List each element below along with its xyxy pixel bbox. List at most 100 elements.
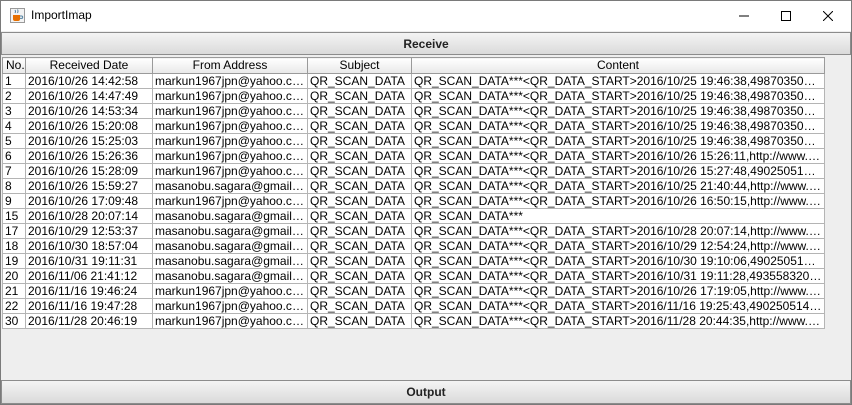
table-row[interactable]: 18 2016/10/30 18:57:04 masanobu.sagara@gma… [2,238,825,254]
cell-from-address[interactable]: masanobu.sagara@gmail.... [152,178,308,194]
cell-no[interactable]: 5 [2,133,26,149]
table-row[interactable]: 1 2016/10/26 14:42:58 markun1967jpn@yahoo.… [2,73,825,89]
cell-subject[interactable]: QR_SCAN_DATA [307,133,412,149]
cell-from-address[interactable]: masanobu.sagara@gmail.... [152,268,308,284]
cell-no[interactable]: 30 [2,313,26,329]
column-header-subject[interactable]: Subject [307,57,412,74]
cell-no[interactable]: 2 [2,88,26,104]
cell-no[interactable]: 8 [2,178,26,194]
cell-subject[interactable]: QR_SCAN_DATA [307,208,412,224]
cell-subject[interactable]: QR_SCAN_DATA [307,238,412,254]
cell-subject[interactable]: QR_SCAN_DATA [307,193,412,209]
cell-no[interactable]: 4 [2,118,26,134]
column-header-from-address[interactable]: From Address [152,57,308,74]
cell-received-date[interactable]: 2016/10/26 14:47:49 [25,88,153,104]
cell-subject[interactable]: QR_SCAN_DATA [307,163,412,179]
table-row[interactable]: 30 2016/11/28 20:46:19 markun1967jpn@yahoo… [2,313,825,329]
cell-received-date[interactable]: 2016/10/29 12:53:37 [25,223,153,239]
cell-no[interactable]: 9 [2,193,26,209]
table-row[interactable]: 2 2016/10/26 14:47:49 markun1967jpn@yahoo.… [2,88,825,104]
cell-from-address[interactable]: markun1967jpn@yahoo.co... [152,193,308,209]
cell-content[interactable]: QR_SCAN_DATA***<QR_DATA_START>2016/10/25… [411,88,825,104]
table-row[interactable]: 15 2016/10/28 20:07:14 masanobu.sagara@gma… [2,208,825,224]
close-button[interactable] [805,1,851,31]
table-row[interactable]: 8 2016/10/26 15:59:27 masanobu.sagara@gmai… [2,178,825,194]
cell-subject[interactable]: QR_SCAN_DATA [307,283,412,299]
cell-from-address[interactable]: markun1967jpn@yahoo.co... [152,313,308,329]
table-row[interactable]: 4 2016/10/26 15:20:08 markun1967jpn@yahoo.… [2,118,825,134]
cell-content[interactable]: QR_SCAN_DATA***<QR_DATA_START>2016/10/26… [411,193,825,209]
table-row[interactable]: 9 2016/10/26 17:09:48 markun1967jpn@yahoo.… [2,193,825,209]
cell-content[interactable]: QR_SCAN_DATA***<QR_DATA_START>2016/10/26… [411,163,825,179]
cell-received-date[interactable]: 2016/10/30 18:57:04 [25,238,153,254]
cell-content[interactable]: QR_SCAN_DATA***<QR_DATA_START>2016/10/25… [411,178,825,194]
cell-no[interactable]: 1 [2,73,26,89]
table-row[interactable]: 17 2016/10/29 12:53:37 masanobu.sagara@gma… [2,223,825,239]
cell-no[interactable]: 22 [2,298,26,314]
cell-received-date[interactable]: 2016/10/31 19:11:31 [25,253,153,269]
receive-button[interactable]: Receive [1,32,851,55]
table-row[interactable]: 7 2016/10/26 15:28:09 markun1967jpn@yahoo.… [2,163,825,179]
cell-content[interactable]: QR_SCAN_DATA***<QR_DATA_START>2016/10/26… [411,283,825,299]
cell-from-address[interactable]: masanobu.sagara@gmail.... [152,223,308,239]
output-button[interactable]: Output [1,380,851,404]
cell-no[interactable]: 3 [2,103,26,119]
column-header-content[interactable]: Content [411,57,825,74]
cell-subject[interactable]: QR_SCAN_DATA [307,313,412,329]
cell-received-date[interactable]: 2016/11/16 19:47:28 [25,298,153,314]
cell-received-date[interactable]: 2016/10/26 14:53:34 [25,103,153,119]
cell-subject[interactable]: QR_SCAN_DATA [307,178,412,194]
cell-from-address[interactable]: markun1967jpn@yahoo.co... [152,283,308,299]
cell-no[interactable]: 19 [2,253,26,269]
cell-subject[interactable]: QR_SCAN_DATA [307,298,412,314]
cell-content[interactable]: QR_SCAN_DATA***<QR_DATA_START>2016/10/26… [411,148,825,164]
cell-subject[interactable]: QR_SCAN_DATA [307,88,412,104]
cell-received-date[interactable]: 2016/11/28 20:46:19 [25,313,153,329]
cell-no[interactable]: 6 [2,148,26,164]
cell-content[interactable]: QR_SCAN_DATA***<QR_DATA_START>2016/11/16… [411,298,825,314]
cell-received-date[interactable]: 2016/10/26 15:20:08 [25,118,153,134]
cell-subject[interactable]: QR_SCAN_DATA [307,253,412,269]
table-row[interactable]: 20 2016/11/06 21:41:12 masanobu.sagara@gma… [2,268,825,284]
cell-from-address[interactable]: markun1967jpn@yahoo.co... [152,118,308,134]
cell-subject[interactable]: QR_SCAN_DATA [307,148,412,164]
cell-from-address[interactable]: masanobu.sagara@gmail.... [152,253,308,269]
title-bar[interactable]: ImportImap [1,1,851,31]
table-row[interactable]: 5 2016/10/26 15:25:03 markun1967jpn@yahoo.… [2,133,825,149]
cell-from-address[interactable]: markun1967jpn@yahoo.co... [152,163,308,179]
cell-content[interactable]: QR_SCAN_DATA***<QR_DATA_START>2016/10/25… [411,103,825,119]
cell-from-address[interactable]: markun1967jpn@yahoo.co... [152,73,308,89]
cell-subject[interactable]: QR_SCAN_DATA [307,223,412,239]
cell-received-date[interactable]: 2016/10/26 17:09:48 [25,193,153,209]
cell-received-date[interactable]: 2016/11/06 21:41:12 [25,268,153,284]
table-row[interactable]: 22 2016/11/16 19:47:28 markun1967jpn@yahoo… [2,298,825,314]
cell-content[interactable]: QR_SCAN_DATA***<QR_DATA_START>2016/11/28… [411,313,825,329]
cell-from-address[interactable]: masanobu.sagara@gmail.... [152,238,308,254]
cell-received-date[interactable]: 2016/11/16 19:46:24 [25,283,153,299]
cell-content[interactable]: QR_SCAN_DATA***<QR_DATA_START>2016/10/25… [411,73,825,89]
cell-received-date[interactable]: 2016/10/26 14:42:58 [25,73,153,89]
column-header-no[interactable]: No. [2,57,26,74]
cell-received-date[interactable]: 2016/10/26 15:25:03 [25,133,153,149]
minimize-button[interactable] [721,1,767,31]
cell-received-date[interactable]: 2016/10/26 15:26:36 [25,148,153,164]
cell-from-address[interactable]: markun1967jpn@yahoo.co... [152,298,308,314]
cell-content[interactable]: QR_SCAN_DATA***<QR_DATA_START>2016/10/29… [411,238,825,254]
cell-content[interactable]: QR_SCAN_DATA*** [411,208,825,224]
cell-content[interactable]: QR_SCAN_DATA***<QR_DATA_START>2016/10/28… [411,223,825,239]
cell-no[interactable]: 21 [2,283,26,299]
column-header-received-date[interactable]: Received Date [25,57,153,74]
cell-content[interactable]: QR_SCAN_DATA***<QR_DATA_START>2016/10/30… [411,253,825,269]
cell-subject[interactable]: QR_SCAN_DATA [307,73,412,89]
table-row[interactable]: 6 2016/10/26 15:26:36 markun1967jpn@yahoo.… [2,148,825,164]
cell-received-date[interactable]: 2016/10/26 15:28:09 [25,163,153,179]
table-row[interactable]: 3 2016/10/26 14:53:34 markun1967jpn@yahoo.… [2,103,825,119]
cell-no[interactable]: 18 [2,238,26,254]
table-row[interactable]: 21 2016/11/16 19:46:24 markun1967jpn@yahoo… [2,283,825,299]
table-row[interactable]: 19 2016/10/31 19:11:31 masanobu.sagara@gma… [2,253,825,269]
cell-from-address[interactable]: markun1967jpn@yahoo.co... [152,148,308,164]
cell-content[interactable]: QR_SCAN_DATA***<QR_DATA_START>2016/10/31… [411,268,825,284]
cell-subject[interactable]: QR_SCAN_DATA [307,103,412,119]
cell-no[interactable]: 17 [2,223,26,239]
cell-from-address[interactable]: markun1967jpn@yahoo.co... [152,88,308,104]
